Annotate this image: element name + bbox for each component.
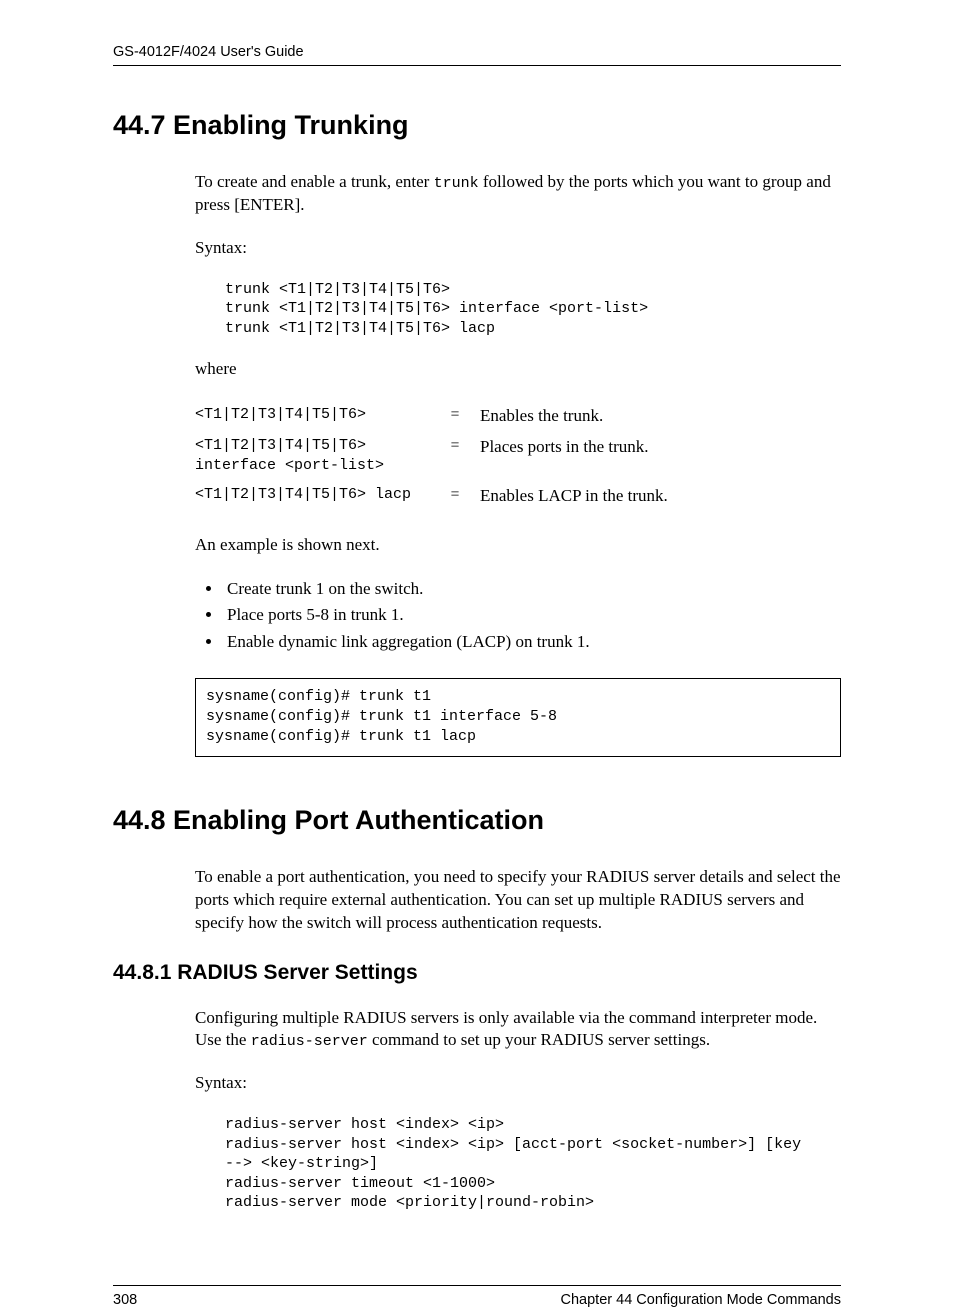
- section-447-intro: To create and enable a trunk, enter trun…: [195, 171, 841, 217]
- table-row: <T1|T2|T3|T4|T5|T6> lacp = Enables LACP …: [195, 481, 678, 512]
- section-4481-intro: Configuring multiple RADIUS servers is o…: [195, 1007, 841, 1053]
- section-447-heading: 44.7 Enabling Trunking: [113, 110, 841, 141]
- syntax-label: Syntax:: [195, 1072, 841, 1095]
- list-item: Create trunk 1 on the switch.: [223, 577, 841, 601]
- definition-table: <T1|T2|T3|T4|T5|T6> = Enables the trunk.…: [195, 401, 678, 511]
- example-code-box: sysname(config)# trunk t1 sysname(config…: [195, 678, 841, 757]
- chapter-label: Chapter 44 Configuration Mode Commands: [561, 1292, 841, 1308]
- section-448-intro: To enable a port authentication, you nee…: [195, 866, 841, 935]
- text-segment: To create and enable a trunk, enter: [195, 172, 434, 191]
- page-footer: 308 Chapter 44 Configuration Mode Comman…: [113, 1285, 841, 1308]
- example-bullets: Create trunk 1 on the switch. Place port…: [223, 577, 841, 654]
- def-desc: Places ports in the trunk.: [480, 432, 678, 481]
- inline-code: trunk: [434, 175, 479, 192]
- list-item: Place ports 5-8 in trunk 1.: [223, 603, 841, 627]
- syntax-block-447: trunk <T1|T2|T3|T4|T5|T6> trunk <T1|T2|T…: [195, 280, 841, 339]
- where-label: where: [195, 358, 841, 381]
- list-item: Enable dynamic link aggregation (LACP) o…: [223, 630, 841, 654]
- syntax-block-448: radius-server host <index> <ip> radius-s…: [195, 1115, 841, 1213]
- def-term: <T1|T2|T3|T4|T5|T6> lacp: [195, 481, 440, 512]
- section-4481-heading: 44.8.1 RADIUS Server Settings: [113, 961, 841, 985]
- text-segment: command to set up your RADIUS server set…: [368, 1030, 710, 1049]
- page-header: GS-4012F/4024 User's Guide: [113, 44, 841, 66]
- def-eq: =: [440, 401, 480, 432]
- example-intro: An example is shown next.: [195, 534, 841, 557]
- def-eq: =: [440, 432, 480, 481]
- def-eq: =: [440, 481, 480, 512]
- def-desc: Enables the trunk.: [480, 401, 678, 432]
- table-row: <T1|T2|T3|T4|T5|T6> interface <port-list…: [195, 432, 678, 481]
- def-term: <T1|T2|T3|T4|T5|T6>: [195, 401, 440, 432]
- def-desc: Enables LACP in the trunk.: [480, 481, 678, 512]
- section-448-heading: 44.8 Enabling Port Authentication: [113, 805, 841, 836]
- page-number: 308: [113, 1292, 137, 1308]
- table-row: <T1|T2|T3|T4|T5|T6> = Enables the trunk.: [195, 401, 678, 432]
- syntax-label: Syntax:: [195, 237, 841, 260]
- inline-code: radius-server: [251, 1033, 368, 1050]
- def-term: <T1|T2|T3|T4|T5|T6> interface <port-list…: [195, 432, 440, 481]
